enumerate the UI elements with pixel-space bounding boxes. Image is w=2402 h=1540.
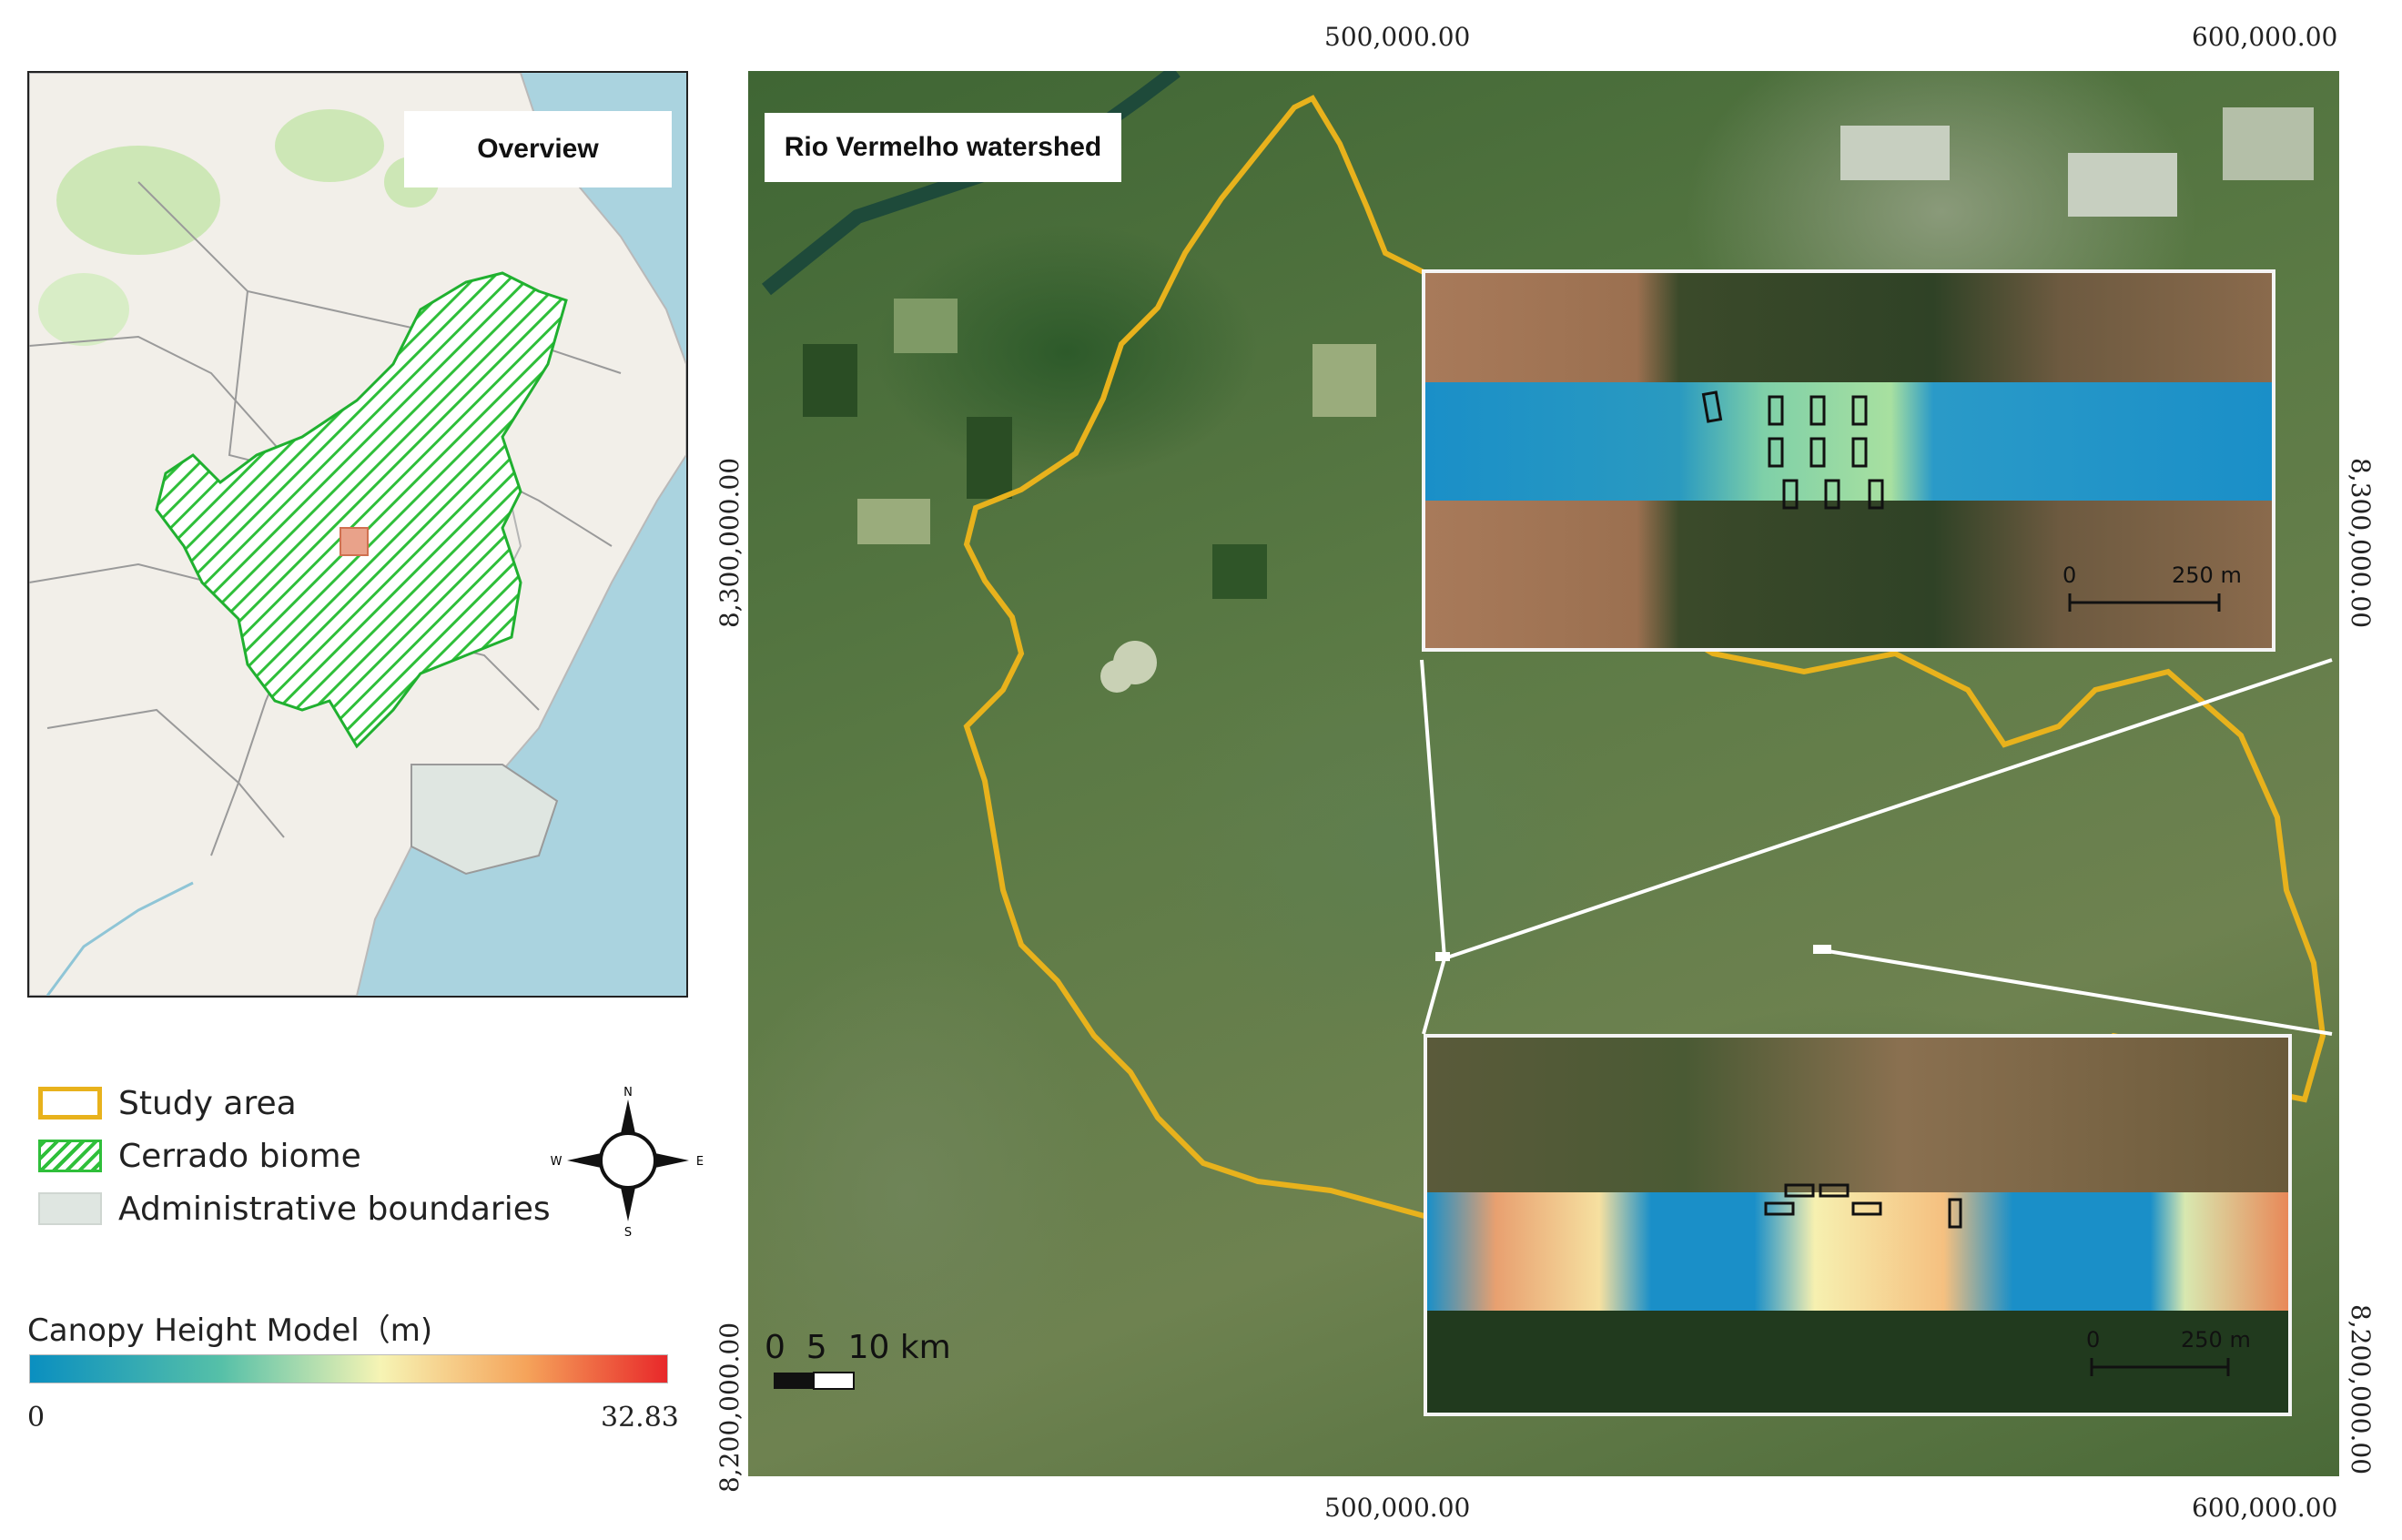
compass-n: N	[623, 1086, 633, 1099]
legend-label-admin: Administrative boundaries	[118, 1190, 551, 1228]
coord-bottom-500k: 500,000.00	[1324, 1493, 1471, 1523]
overview-map: Overview	[27, 71, 688, 998]
scalebar-label: 0 5 10 km	[765, 1329, 951, 1366]
compass-circle	[599, 1131, 657, 1190]
callout-line	[1821, 948, 2333, 1036]
sample-plot	[1824, 479, 1840, 510]
compass-e: E	[696, 1155, 704, 1169]
inset-bottom-scale-zero: 0	[2086, 1327, 2101, 1353]
main-map-title: Rio Vermelho watershed	[765, 113, 1121, 182]
callout-line	[1444, 658, 2333, 960]
sample-plot	[1768, 395, 1784, 426]
sample-plot	[1868, 479, 1884, 510]
inset-top-scale-zero: 0	[2062, 562, 2077, 588]
legend-swatch-admin	[38, 1192, 102, 1225]
forest-patch	[38, 273, 129, 346]
field-patch	[857, 499, 930, 544]
sample-plot	[1764, 1201, 1795, 1216]
legend-swatch-study-area	[38, 1087, 102, 1120]
sample-plot	[1948, 1198, 1962, 1229]
field-patch	[894, 299, 958, 353]
sample-plot	[1851, 1201, 1882, 1216]
inset-bottom: 0 250 m	[1424, 1034, 2292, 1416]
field-patch	[1312, 344, 1376, 417]
colorbar-max: 32.83	[601, 1402, 679, 1434]
satellite-map: Rio Vermelho watershed 0 5 10 km 0 250 m	[748, 71, 2339, 1476]
sample-plot	[1782, 479, 1799, 510]
overview-map-svg	[29, 73, 686, 996]
callout-line	[1422, 957, 1446, 1035]
coord-right-8300k: 8,300,000.00	[2346, 457, 2377, 629]
overview-title: Overview	[404, 111, 672, 187]
field-patch	[2068, 153, 2177, 217]
inset-top: 0 250 m	[1422, 269, 2275, 652]
colorbar-min: 0	[27, 1402, 46, 1434]
compass-rose: N S W E	[551, 1083, 705, 1240]
coord-top-500k: 500,000.00	[1324, 22, 1471, 52]
field-patch	[1840, 126, 1950, 180]
sample-plot	[1701, 390, 1723, 423]
inset-top-plots	[1701, 390, 2221, 612]
field-patch	[803, 344, 857, 417]
colorbar-gradient	[29, 1354, 668, 1383]
legend-label-cerrado: Cerrado biome	[118, 1138, 361, 1175]
inset-bottom-scale-label: 250 m	[2181, 1327, 2251, 1353]
compass-w: W	[551, 1155, 562, 1169]
scale-bar-black	[774, 1373, 814, 1389]
sample-plot	[1851, 395, 1868, 426]
sample-plot	[1809, 437, 1826, 468]
coord-top-600k: 600,000.00	[2192, 22, 2338, 52]
legend-label-study-area: Study area	[118, 1085, 297, 1122]
callout-marker	[1813, 945, 1831, 954]
pivot-field	[1100, 660, 1133, 693]
colorbar-title: Canopy Height Model（m)	[27, 1312, 433, 1349]
field-patch	[2223, 107, 2314, 180]
legend-swatch-cerrado	[38, 1140, 102, 1172]
sample-plot	[1809, 395, 1826, 426]
field-patch	[1212, 544, 1267, 599]
study-area-marker	[340, 527, 369, 556]
coord-right-8200k: 8,200,000.00	[2346, 1303, 2377, 1475]
coord-bottom-600k: 600,000.00	[2192, 1493, 2338, 1523]
callout-line	[1420, 659, 1446, 959]
sample-plot	[1784, 1183, 1815, 1198]
callout-marker	[1435, 952, 1450, 961]
forest-patch	[275, 109, 384, 182]
inset-bottom-plots	[1764, 1183, 2230, 1376]
inset-top-scale-label: 250 m	[2172, 562, 2242, 588]
admin-region-shaded	[410, 764, 559, 876]
scale-bar-white	[813, 1372, 855, 1390]
field-patch	[967, 417, 1012, 499]
compass-s: S	[624, 1226, 632, 1238]
sample-plot	[1819, 1183, 1850, 1198]
coord-left-8200k: 8,200,000.00	[715, 1322, 745, 1494]
coord-left-8300k: 8,300,000.00	[715, 457, 745, 629]
sample-plot	[1851, 437, 1868, 468]
sample-plot	[1768, 437, 1784, 468]
